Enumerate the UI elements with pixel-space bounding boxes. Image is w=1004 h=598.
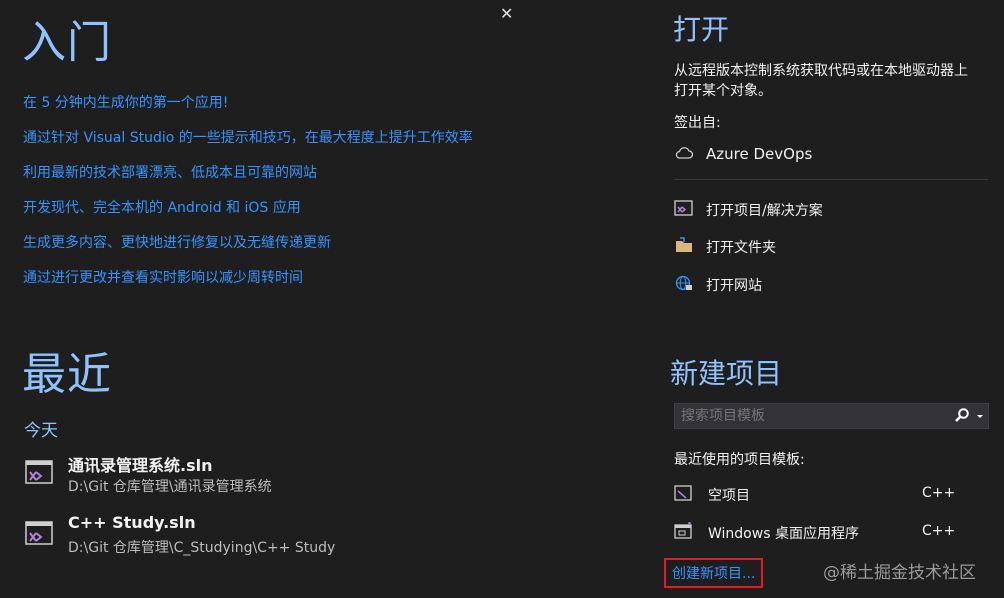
windows-app-icon (674, 522, 694, 544)
empty-project-icon (674, 484, 694, 506)
template-name: Windows 桌面应用程序 (708, 526, 859, 542)
create-new-project-link[interactable]: 创建新项目... (664, 558, 764, 588)
recent-item[interactable]: 通讯录管理系统.sln D:\Git 仓库管理\通讯录管理系统 (24, 450, 354, 496)
template-item-windows-desktop[interactable]: Windows 桌面应用程序 C++ (674, 521, 974, 543)
open-divider (674, 179, 988, 180)
template-search-input[interactable] (675, 404, 941, 428)
open-description-line1: 从远程版本控制系统获取代码或在本地驱动器上 (674, 63, 968, 79)
getting-started-link-2[interactable]: 通过针对 Visual Studio 的一些提示和技巧，在最大程度上提升工作效率 (23, 127, 473, 147)
getting-started-link-6[interactable]: 通过进行更改并查看实时影响以减少周转时间 (23, 267, 303, 287)
open-project-item[interactable]: 打开项目/解决方案 (674, 198, 974, 220)
azure-devops-label: Azure DevOps (706, 145, 813, 163)
search-icon[interactable] (954, 407, 970, 427)
checkout-label: 签出自: (674, 115, 721, 131)
recent-item-name: 通讯录管理系统.sln (68, 456, 213, 475)
solution-icon (24, 519, 56, 553)
solution-icon (674, 199, 694, 221)
open-project-label: 打开项目/解决方案 (706, 203, 823, 219)
open-folder-label: 打开文件夹 (706, 240, 776, 256)
template-name: 空项目 (708, 488, 750, 504)
cloud-icon (674, 145, 694, 165)
template-lang: C++ (922, 523, 956, 539)
open-folder-item[interactable]: 打开文件夹 (674, 235, 974, 257)
getting-started-link-5[interactable]: 生成更多内容、更快地进行修复以及无缝传递更新 (23, 232, 331, 252)
getting-started-link-1[interactable]: 在 5 分钟内生成你的第一个应用! (23, 92, 228, 112)
template-search-box[interactable] (674, 403, 989, 429)
getting-started-title: 入门 (22, 17, 112, 68)
chevron-down-icon[interactable] (976, 409, 984, 427)
recent-item-name: C++ Study.sln (68, 513, 196, 532)
recent-group-label: 今天 (24, 421, 58, 441)
recent-templates-label: 最近使用的项目模板: (674, 452, 805, 468)
open-description-line2: 打开某个对象。 (674, 83, 772, 99)
close-button[interactable]: ✕ (500, 4, 513, 23)
template-lang: C++ (922, 485, 956, 501)
watermark: @稀土掘金技术社区 (823, 563, 976, 583)
recent-title: 最近 (22, 349, 112, 400)
getting-started-link-3[interactable]: 利用最新的技术部署漂亮、低成本且可靠的网站 (23, 162, 317, 182)
recent-item-path: D:\Git 仓库管理\C_Studying\C++ Study (68, 540, 336, 556)
folder-icon (674, 236, 694, 258)
recent-item[interactable]: C++ Study.sln D:\Git 仓库管理\C_Studying\C++… (24, 511, 354, 557)
open-website-item[interactable]: 打开网站 (674, 273, 974, 295)
new-project-title: 新建项目 (670, 357, 783, 390)
azure-devops-item[interactable]: Azure DevOps (674, 144, 974, 166)
template-item-empty[interactable]: 空项目 C++ (674, 483, 974, 505)
open-title: 打开 (673, 13, 730, 46)
globe-icon (674, 274, 694, 296)
solution-icon (24, 458, 56, 492)
getting-started-link-4[interactable]: 开发现代、完全本机的 Android 和 iOS 应用 (23, 197, 301, 217)
open-website-label: 打开网站 (706, 278, 762, 294)
recent-item-path: D:\Git 仓库管理\通讯录管理系统 (68, 479, 272, 495)
